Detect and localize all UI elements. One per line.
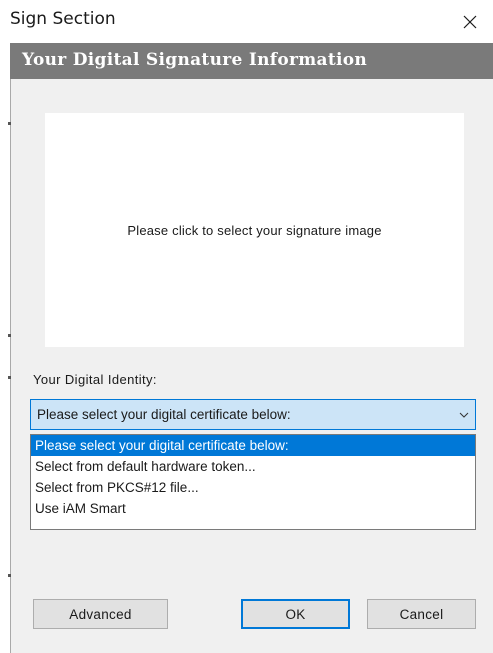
window-title: Sign Section <box>10 9 116 29</box>
chevron-down-icon <box>459 412 469 418</box>
digital-identity-label: Your Digital Identity: <box>33 372 157 387</box>
dropdown-option-hardware-token[interactable]: Select from default hardware token... <box>31 456 475 477</box>
edge-tick <box>8 376 11 379</box>
dropdown-option-iam-smart[interactable]: Use iAM Smart <box>31 498 475 519</box>
dropdown-option-pkcs12-file[interactable]: Select from PKCS#12 file... <box>31 477 475 498</box>
certificate-dropdown-list: Please select your digital certificate b… <box>30 434 476 530</box>
edge-tick <box>8 574 11 577</box>
ok-button[interactable]: OK <box>241 599 350 629</box>
edge-tick <box>8 334 11 337</box>
signature-image-area[interactable]: Please click to select your signature im… <box>45 113 464 347</box>
close-button[interactable] <box>447 0 493 43</box>
header-band: Your Digital Signature Information <box>10 43 493 79</box>
section-title: Your Digital Signature Information <box>22 50 368 70</box>
certificate-select-value: Please select your digital certificate b… <box>37 407 291 422</box>
cancel-button[interactable]: Cancel <box>367 599 476 629</box>
certificate-select[interactable]: Please select your digital certificate b… <box>30 399 476 430</box>
signature-prompt: Please click to select your signature im… <box>127 222 382 238</box>
advanced-button[interactable]: Advanced <box>33 599 168 629</box>
dropdown-option-select-certificate[interactable]: Please select your digital certificate b… <box>31 435 475 456</box>
sign-section-dialog: Sign Section Your Digital Signature Info… <box>0 0 493 653</box>
title-bar: Sign Section <box>0 0 493 43</box>
panel-left-edge <box>10 79 11 653</box>
close-icon <box>463 15 477 28</box>
edge-tick <box>8 122 11 125</box>
